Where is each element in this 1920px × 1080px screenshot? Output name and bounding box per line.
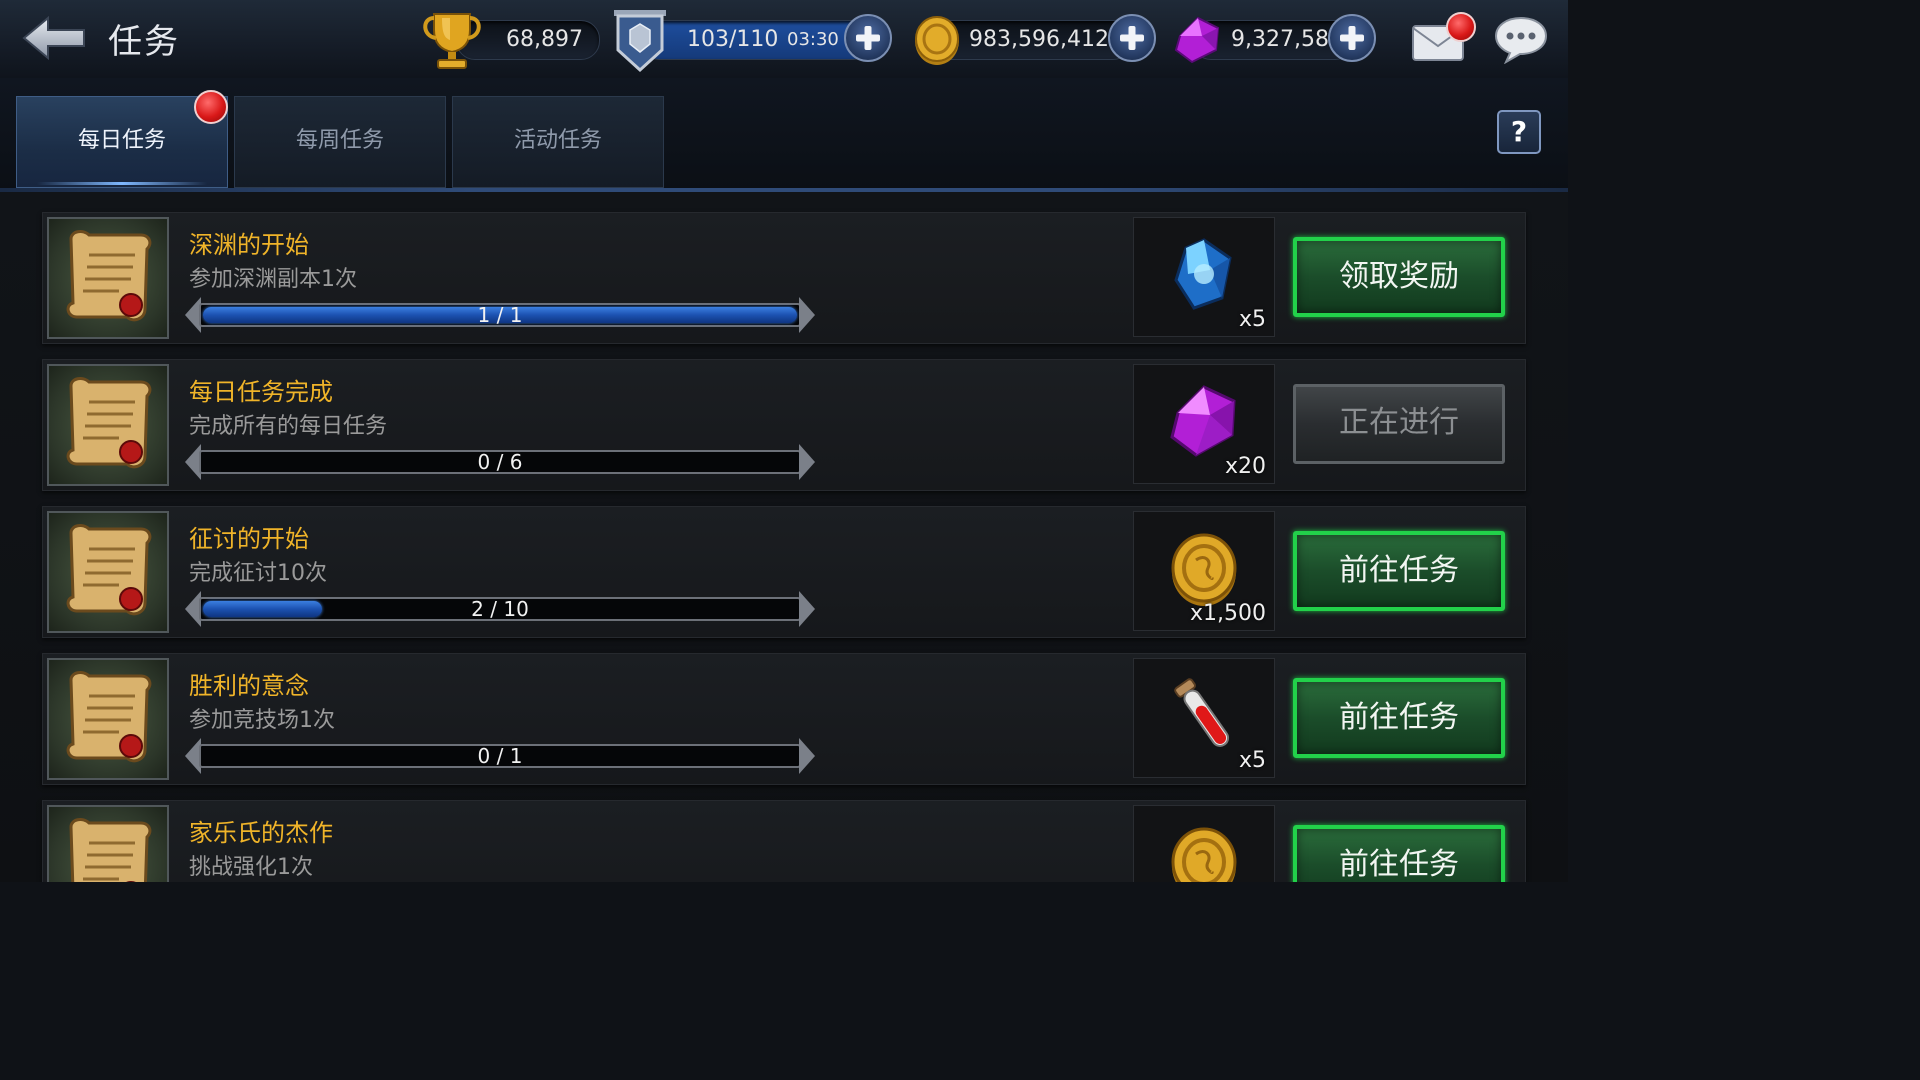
reward-quantity: x5 (1238, 748, 1266, 773)
tab-bar: 每日任务 每周任务 活动任务 (0, 78, 1568, 190)
shield-banner-icon (612, 6, 668, 74)
quest-description: 挑战强化1次 (189, 855, 313, 880)
trophy-value: 68,897 (506, 27, 583, 52)
gem-value: 9,327,585 (1231, 27, 1343, 52)
quest-reward-slot[interactable]: x5 (1133, 217, 1275, 337)
quest-row: 深渊的开始 参加深渊副本1次 1 / 1 x5 领取奖励 (42, 212, 1526, 344)
purple-gem-icon (1164, 381, 1244, 461)
quest-progress-bar: 0 / 6 (185, 444, 815, 480)
quest-progress-text: 0 / 1 (477, 744, 523, 768)
tab-weekly[interactable]: 每周任务 (234, 96, 446, 188)
quest-progress-bar: 2 / 10 (185, 591, 815, 627)
gold-coin-icon (1164, 528, 1244, 608)
progress-bar-right-cap (799, 591, 815, 627)
quest-title: 深渊的开始 (189, 231, 309, 259)
gem-plus-button[interactable] (1328, 14, 1376, 62)
quest-description: 完成所有的每日任务 (189, 414, 388, 439)
tab-weekly-label: 每周任务 (295, 128, 384, 153)
quest-title: 征讨的开始 (189, 525, 309, 553)
quest-reward-slot[interactable]: x20 (1133, 364, 1275, 484)
stamina-bar: 103/110 03:30 (640, 20, 872, 60)
quest-row: 每日任务完成 完成所有的每日任务 0 / 6 x20 正在进行 (42, 359, 1526, 491)
trophy-icon (420, 10, 484, 72)
quest-list[interactable]: 深渊的开始 参加深渊副本1次 1 / 1 x5 领取奖励 每日任务完成 完成所有… (0, 192, 1568, 882)
quest-action-button[interactable]: 领取奖励 (1293, 237, 1505, 317)
quest-row: 胜利的意念 参加竞技场1次 0 / 1 x5 前往任务 (42, 653, 1526, 785)
quest-scroll-icon (47, 658, 169, 780)
tab-event-label: 活动任务 (513, 128, 602, 153)
back-arrow-icon[interactable] (20, 14, 88, 62)
reward-quantity: x5 (1238, 307, 1266, 332)
gold-coin-icon (1164, 822, 1244, 882)
quest-scroll-icon (47, 364, 169, 486)
reward-quantity: x20 (1224, 454, 1266, 479)
quest-progress-text: 1 / 1 (477, 303, 523, 327)
quest-description: 参加深渊副本1次 (189, 267, 357, 292)
blue-crystal-icon (1164, 234, 1244, 314)
progress-bar-right-cap (799, 738, 815, 774)
quest-action-button[interactable]: 正在进行 (1293, 384, 1505, 464)
page-title: 任务 (108, 22, 180, 62)
quest-progress-text: 2 / 10 (471, 597, 529, 621)
progress-bar-right-cap (799, 297, 815, 333)
quest-scroll-icon (47, 217, 169, 339)
quest-description: 参加竞技场1次 (189, 708, 335, 733)
quest-description: 完成征讨10次 (189, 561, 327, 586)
quest-action-button[interactable]: 前往任务 (1293, 825, 1505, 882)
stamina-timer: 03:30 (787, 29, 839, 50)
mail-notification-badge (1446, 12, 1476, 42)
quest-title: 家乐氏的杰作 (189, 819, 333, 847)
quest-row: 家乐氏的杰作 挑战强化1次 前往任务 (42, 800, 1526, 882)
quest-progress-bar: 0 / 1 (185, 738, 815, 774)
gold-plus-button[interactable] (1108, 14, 1156, 62)
quest-scroll-icon (47, 511, 169, 633)
tab-daily-label: 每日任务 (77, 128, 166, 153)
quest-action-button[interactable]: 前往任务 (1293, 678, 1505, 758)
gold-value: 983,596,412 (969, 27, 1109, 52)
stamina-value: 103/110 (687, 27, 779, 52)
red-potion-icon (1164, 675, 1244, 755)
gold-coin-icon (912, 14, 962, 66)
tab-daily-notification-badge (194, 90, 228, 124)
purple-gem-icon (1172, 14, 1224, 66)
chat-icon[interactable] (1494, 14, 1548, 65)
help-button[interactable]: ? (1497, 110, 1541, 154)
top-bar: 任务 68,897 103/110 03:30 983,596,412 9,32… (0, 0, 1568, 79)
quest-progress-bar: 1 / 1 (185, 297, 815, 333)
tab-event[interactable]: 活动任务 (452, 96, 664, 188)
quest-scroll-icon (47, 805, 169, 882)
stamina-plus-button[interactable] (844, 14, 892, 62)
quest-action-button[interactable]: 前往任务 (1293, 531, 1505, 611)
quest-row: 征讨的开始 完成征讨10次 2 / 10 x1,500 前往任务 (42, 506, 1526, 638)
quest-title: 每日任务完成 (189, 378, 333, 406)
quest-title: 胜利的意念 (189, 672, 309, 700)
quest-reward-slot[interactable]: x5 (1133, 658, 1275, 778)
quest-reward-slot[interactable] (1133, 805, 1275, 882)
progress-bar-right-cap (799, 444, 815, 480)
quest-progress-text: 0 / 6 (477, 450, 523, 474)
reward-quantity: x1,500 (1189, 601, 1266, 626)
quest-reward-slot[interactable]: x1,500 (1133, 511, 1275, 631)
